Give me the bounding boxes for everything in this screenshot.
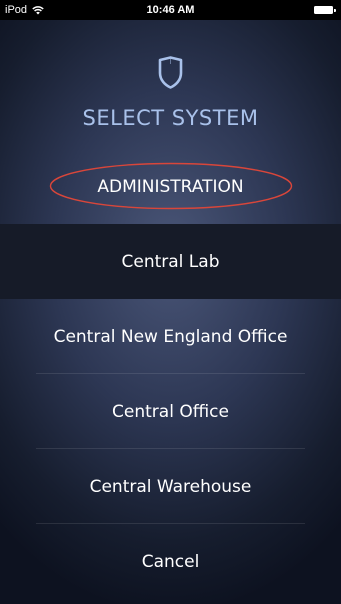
system-list: ADMINISTRATION Central Lab Central New E…	[0, 149, 341, 599]
page-title: SELECT SYSTEM	[82, 106, 259, 130]
system-item-label: Central Lab	[121, 251, 220, 272]
cancel-button[interactable]: Cancel	[0, 524, 341, 599]
system-item-central-office[interactable]: Central Office	[0, 374, 341, 449]
status-bar: iPod 10:46 AM	[0, 0, 341, 20]
system-item-label: ADMINISTRATION	[97, 176, 244, 197]
system-item-administration[interactable]: ADMINISTRATION	[0, 149, 341, 224]
system-item-central-new-england-office[interactable]: Central New England Office	[0, 299, 341, 374]
shield-icon	[157, 56, 184, 89]
system-item-label: Central Warehouse	[89, 476, 252, 497]
system-item-label: Central New England Office	[53, 326, 288, 347]
battery-icon	[314, 6, 336, 14]
status-time: 10:46 AM	[146, 4, 195, 16]
system-item-central-warehouse[interactable]: Central Warehouse	[0, 449, 341, 524]
cancel-label: Cancel	[141, 551, 200, 572]
system-item-central-lab[interactable]: Central Lab	[0, 224, 341, 299]
select-system-screen: iPod 10:46 AM SELECT SYSTEM ADMINISTRATI…	[0, 0, 341, 604]
system-item-label: Central Office	[112, 401, 229, 422]
